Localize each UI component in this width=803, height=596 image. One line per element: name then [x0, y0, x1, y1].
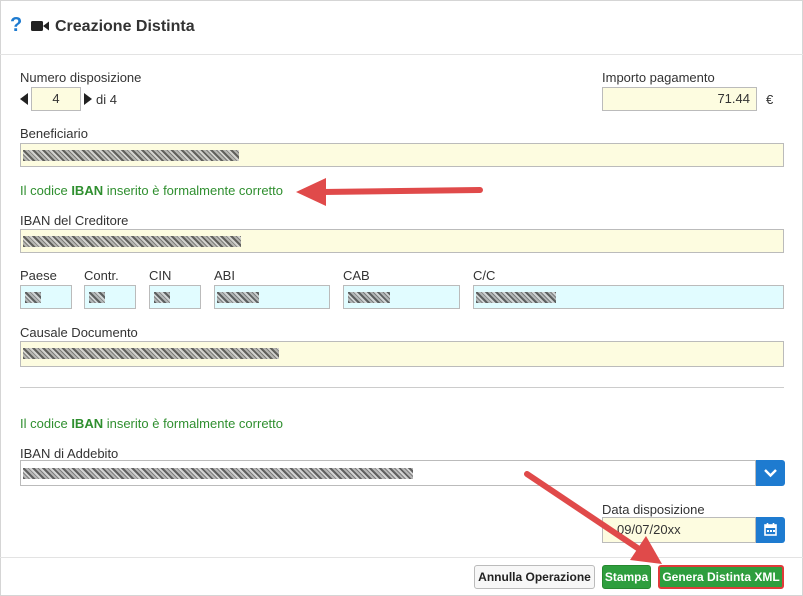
importo-input[interactable]: 71.44 [602, 87, 757, 111]
question-icon[interactable]: ? [10, 14, 22, 37]
cin-input[interactable] [149, 285, 201, 309]
contr-label: Contr. [84, 268, 119, 283]
importo-label: Importo pagamento [602, 70, 715, 85]
cab-input[interactable] [343, 285, 460, 309]
dialog-header: ? Creazione Distinta [0, 0, 803, 55]
annulla-operazione-button[interactable]: Annulla Operazione [474, 565, 595, 589]
numero-input[interactable]: 4 [31, 87, 81, 111]
abi-input[interactable] [214, 285, 330, 309]
redacted-value [23, 348, 279, 359]
video-camera-icon[interactable] [31, 20, 49, 32]
data-disposizione-input[interactable]: 09/07/20xx [602, 517, 756, 543]
redacted-value [154, 292, 170, 303]
contr-input[interactable] [84, 285, 136, 309]
cin-label: CIN [149, 268, 172, 283]
causale-label: Causale Documento [20, 325, 138, 340]
section-divider [20, 387, 784, 388]
iban-addebito-select[interactable] [20, 460, 756, 486]
abi-label: ABI [214, 268, 235, 283]
redacted-value [23, 236, 241, 247]
chevron-down-icon [764, 469, 777, 478]
iban-valid-message: Il codice IBAN inserito è formalmente co… [20, 416, 283, 431]
redacted-value [23, 150, 239, 161]
dropdown-toggle-button[interactable] [756, 460, 785, 486]
cc-label: C/C [473, 268, 496, 283]
next-record-icon[interactable] [84, 93, 92, 105]
redacted-value [23, 468, 413, 479]
iban-addebito-label: IBAN di Addebito [20, 446, 119, 461]
calendar-icon [764, 523, 777, 536]
iban-creditore-input[interactable] [20, 229, 784, 253]
paese-label: Paese [20, 268, 57, 283]
calendar-button[interactable] [756, 517, 785, 543]
numero-label: Numero disposizione [20, 70, 142, 85]
redacted-value [476, 292, 556, 303]
cab-label: CAB [343, 268, 370, 283]
iban-creditore-label: IBAN del Creditore [20, 213, 129, 228]
currency-label: € [766, 92, 774, 107]
redacted-value [217, 292, 259, 303]
cc-input[interactable] [473, 285, 784, 309]
beneficiario-input[interactable] [20, 143, 784, 167]
redacted-value [25, 292, 41, 303]
numero-total: di 4 [96, 92, 117, 107]
redacted-value [89, 292, 105, 303]
beneficiario-label: Beneficiario [20, 126, 88, 141]
iban-valid-message: Il codice IBAN inserito è formalmente co… [20, 183, 283, 198]
stampa-button[interactable]: Stampa [602, 565, 651, 589]
genera-distinta-xml-button[interactable]: Genera Distinta XML [658, 565, 784, 589]
page-title: Creazione Distinta [55, 18, 195, 35]
paese-input[interactable] [20, 285, 72, 309]
footer-divider [0, 557, 803, 558]
prev-record-icon[interactable] [20, 93, 28, 105]
data-disposizione-label: Data disposizione [602, 502, 705, 517]
redacted-value [348, 292, 390, 303]
causale-input[interactable] [20, 341, 784, 367]
